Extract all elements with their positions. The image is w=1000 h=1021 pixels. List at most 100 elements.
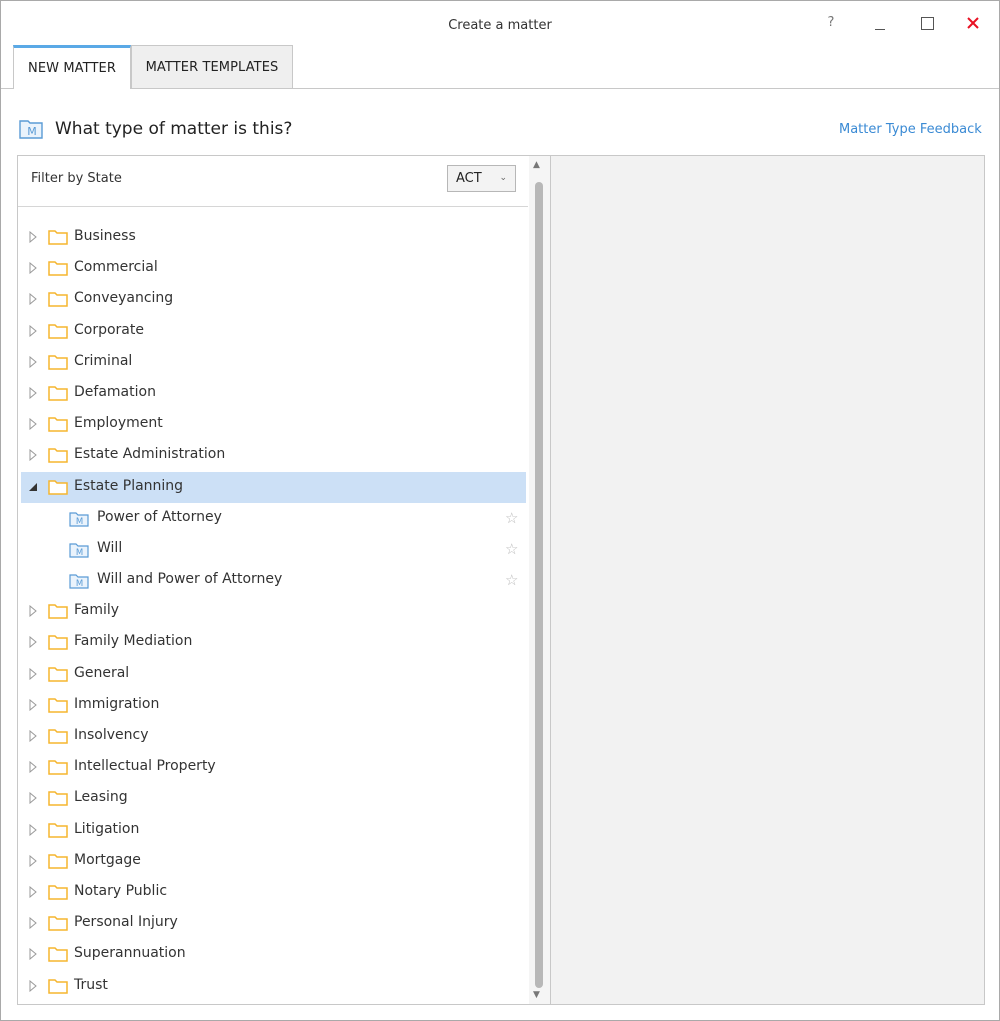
tree-item-label: Mortgage [74, 851, 141, 868]
tree-item-label: Notary Public [74, 882, 168, 899]
tree-item-insolvency[interactable]: Insolvency [18, 721, 528, 752]
expand-arrow-icon[interactable] [28, 262, 38, 275]
expand-arrow-icon[interactable] [28, 418, 38, 431]
maximize-button[interactable] [907, 9, 947, 37]
expand-arrow-icon[interactable] [28, 948, 38, 961]
scroll-down-icon[interactable]: ▼ [533, 990, 540, 1000]
matter-m-icon: M [69, 573, 89, 593]
expand-arrow-icon[interactable] [28, 917, 38, 930]
matter-m-icon: M [69, 542, 89, 562]
tree-item-family-mediation[interactable]: Family Mediation [18, 627, 528, 658]
expand-arrow-icon[interactable] [28, 854, 38, 867]
scroll-up-icon[interactable]: ▲ [533, 160, 540, 170]
matter-type-item-will[interactable]: M Will ☆ [18, 534, 528, 565]
tree-item-label: Estate Administration [74, 446, 226, 463]
favorite-star-icon[interactable]: ☆ [505, 540, 518, 558]
expand-arrow-icon[interactable] [28, 761, 38, 774]
expand-arrow-icon[interactable] [28, 386, 38, 400]
folder-icon [48, 915, 68, 935]
favorite-star-icon[interactable]: ☆ [505, 571, 518, 589]
tree-item-trust[interactable]: Trust [18, 971, 528, 1002]
tree-item-defamation[interactable]: Defamation [18, 378, 528, 409]
folder-icon [48, 479, 68, 499]
expand-arrow-icon[interactable] [28, 823, 38, 836]
tree-item-litigation[interactable]: Litigation [18, 815, 528, 846]
tab-divider [1, 88, 999, 89]
close-icon [967, 17, 979, 29]
tree-item-commercial[interactable]: Commercial [18, 253, 528, 284]
tree-item-employment[interactable]: Employment [18, 409, 528, 440]
matter-m-icon: M [18, 118, 44, 144]
expand-arrow-icon[interactable] [28, 885, 38, 899]
state-select[interactable]: ACT ⌄ [447, 165, 516, 192]
tree-item-criminal[interactable]: Criminal [18, 347, 528, 378]
tree-item-label: Conveyancing [74, 290, 174, 307]
matter-type-feedback-link[interactable]: Matter Type Feedback [839, 122, 982, 137]
matter-type-tree: Business Commercial Conveyancing Corporate C… [18, 222, 528, 1002]
help-button[interactable]: ? [811, 9, 851, 37]
matter-type-item-will-and-power-of-attorney[interactable]: M Will and Power of Attorney ☆ [18, 565, 528, 596]
expand-arrow-icon[interactable] [28, 605, 38, 618]
expand-arrow-icon[interactable] [28, 667, 38, 680]
tab-new-matter[interactable]: NEW MATTER [13, 45, 131, 89]
tree-item-estate-administration[interactable]: Estate Administration [18, 440, 528, 471]
folder-icon [48, 229, 68, 249]
tree-item-leasing[interactable]: Leasing [18, 783, 528, 814]
tree-item-label: Insolvency [74, 727, 149, 743]
state-select-value: ACT [456, 171, 482, 186]
expand-arrow-icon[interactable] [28, 636, 38, 649]
svg-text:M: M [76, 579, 83, 589]
folder-icon [48, 354, 68, 374]
tree-item-conveyancing[interactable]: Conveyancing [18, 284, 528, 315]
folder-icon [48, 291, 68, 311]
tree-item-mortgage[interactable]: Mortgage [18, 846, 528, 877]
collapse-arrow-icon[interactable] [28, 481, 38, 493]
expand-arrow-icon[interactable] [28, 729, 38, 743]
minimize-button[interactable] [861, 9, 901, 37]
tree-item-general[interactable]: General [18, 659, 528, 690]
expand-arrow-icon[interactable] [28, 449, 38, 462]
filter-by-state-label: Filter by State [31, 171, 122, 186]
tree-item-immigration[interactable]: Immigration [18, 690, 528, 721]
expand-arrow-icon[interactable] [28, 324, 38, 337]
tree-item-superannuation[interactable]: Superannuation [18, 939, 528, 970]
expand-arrow-icon[interactable] [28, 230, 38, 244]
expand-arrow-icon[interactable] [28, 355, 38, 368]
tab-matter-templates[interactable]: MATTER TEMPLATES [131, 45, 293, 89]
matter-type-item-power-of-attorney[interactable]: M Power of Attorney ☆ [18, 503, 528, 534]
expand-arrow-icon[interactable] [28, 293, 38, 306]
tree-item-label: Immigration [74, 695, 160, 712]
folder-icon [48, 853, 68, 873]
tree-item-label: Trust [74, 976, 108, 993]
folder-icon [48, 416, 68, 436]
title-bar: Create a matter ? [1, 1, 999, 45]
tree-item-personal-injury[interactable]: Personal Injury [18, 908, 528, 939]
filter-divider [18, 206, 528, 207]
svg-text:M: M [27, 125, 37, 138]
folder-icon [48, 603, 68, 623]
tree-item-label: Litigation [74, 820, 140, 837]
svg-text:M: M [76, 548, 83, 558]
tree-item-notary-public[interactable]: Notary Public [18, 877, 528, 908]
favorite-star-icon[interactable]: ☆ [505, 509, 518, 527]
expand-arrow-icon[interactable] [28, 792, 38, 805]
tree-item-business[interactable]: Business [18, 222, 528, 253]
page-title: What type of matter is this? [55, 119, 293, 139]
svg-text:M: M [76, 517, 83, 527]
scrollbar-thumb[interactable] [535, 182, 543, 988]
matter-type-label: Will and Power of Attorney [97, 571, 283, 588]
folder-icon [48, 634, 68, 654]
tree-item-intellectual-property[interactable]: Intellectual Property [18, 752, 528, 783]
tree-item-estate-planning[interactable]: Estate Planning [21, 471, 526, 503]
tree-item-family[interactable]: Family [18, 596, 528, 627]
folder-icon [48, 260, 68, 280]
tree-item-label: Superannuation [74, 945, 186, 962]
tree-item-label: Defamation [74, 383, 156, 400]
tree-item-corporate[interactable]: Corporate [18, 316, 528, 347]
vertical-scrollbar[interactable]: ▲ ▼ [529, 156, 550, 1004]
expand-arrow-icon[interactable] [28, 979, 38, 992]
tree-item-label: Family [74, 602, 120, 619]
close-button[interactable] [953, 9, 993, 37]
tree-item-label: Family Mediation [74, 633, 193, 650]
expand-arrow-icon[interactable] [28, 698, 38, 711]
